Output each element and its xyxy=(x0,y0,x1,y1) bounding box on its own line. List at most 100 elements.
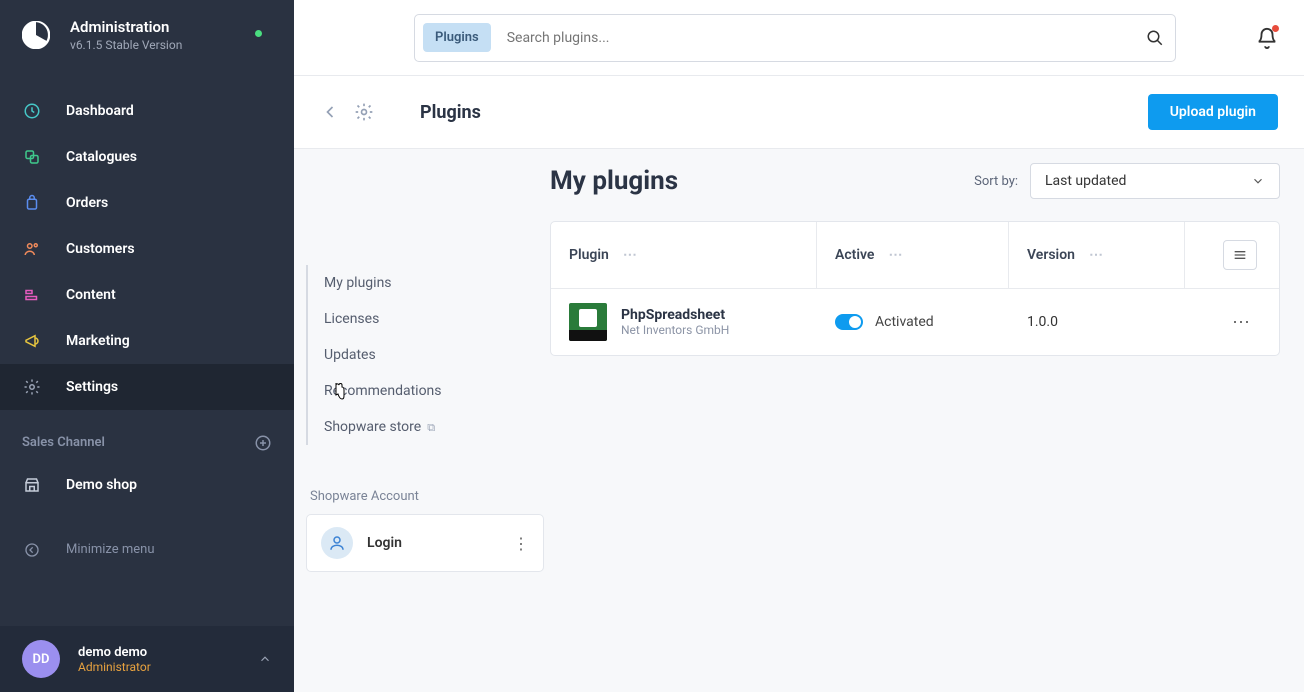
orders-icon xyxy=(22,193,42,213)
content-column: My plugins Sort by: Last updated Plugin ⋯… xyxy=(550,149,1304,692)
brand-version: v6.1.5 Stable Version xyxy=(70,38,182,52)
sidebar-header: Administration v6.1.5 Stable Version xyxy=(0,0,294,70)
column-menu-icon[interactable]: ⋯ xyxy=(623,247,637,263)
user-name: demo demo xyxy=(78,645,151,660)
nav-label: Dashboard xyxy=(66,103,134,119)
login-more-icon[interactable]: ⋮ xyxy=(513,534,529,553)
subnav-store[interactable]: Shopware store ⧉ xyxy=(320,409,550,445)
sort-select[interactable]: Last updated xyxy=(1030,163,1280,199)
user-icon xyxy=(321,527,353,559)
nav-label: Catalogues xyxy=(66,149,137,165)
table-row[interactable]: NET/INVENTORS PhpSpreadsheet Net Invento… xyxy=(551,289,1279,355)
nav-label: Orders xyxy=(66,195,108,211)
td-version: 1.0.0 xyxy=(1009,300,1185,344)
subnav: My plugins Licenses Updates Recommendati… xyxy=(306,265,550,445)
subnav-updates[interactable]: Updates xyxy=(320,337,550,373)
user-menu[interactable]: DD demo demo Administrator xyxy=(0,626,294,692)
sales-channel-item[interactable]: Demo shop xyxy=(0,462,294,508)
td-actions: ⋯ xyxy=(1185,298,1279,347)
nav-label: Marketing xyxy=(66,333,130,349)
th-label: Active xyxy=(835,247,874,263)
minimize-menu[interactable]: Minimize menu xyxy=(0,526,294,574)
page-header: Plugins Upload plugin xyxy=(294,76,1304,149)
page-title: Plugins xyxy=(420,102,481,123)
th-label: Plugin xyxy=(569,247,609,263)
nav-label: Settings xyxy=(66,379,118,395)
content-area: My plugins Licenses Updates Recommendati… xyxy=(294,149,1304,692)
table-settings-button[interactable] xyxy=(1223,240,1257,270)
nav-content[interactable]: Content xyxy=(0,272,294,318)
plugin-thumbnail: NET/INVENTORS xyxy=(569,303,607,341)
minimize-label: Minimize menu xyxy=(66,542,155,557)
sales-channel-header: Sales Channel xyxy=(0,410,294,462)
external-link-icon: ⧉ xyxy=(427,421,435,434)
minimize-icon xyxy=(22,540,42,560)
plugin-vendor: Net Inventors GmbH xyxy=(621,323,729,337)
th-actions xyxy=(1185,222,1279,288)
marketing-icon xyxy=(22,331,42,351)
nav-list: Dashboard Catalogues Orders Customers Co… xyxy=(0,88,294,410)
nav-marketing[interactable]: Marketing xyxy=(0,318,294,364)
sort-control: Sort by: Last updated xyxy=(974,163,1280,199)
section-header: My plugins Sort by: Last updated xyxy=(550,163,1280,199)
brand-title: Administration xyxy=(70,18,182,38)
login-label: Login xyxy=(367,535,402,551)
gear-icon[interactable] xyxy=(354,102,374,122)
subnav-column: My plugins Licenses Updates Recommendati… xyxy=(294,149,550,692)
plugins-table: Plugin ⋯ Active ⋯ Version ⋯ NET/INVENTORS P… xyxy=(550,221,1280,356)
topbar: Plugins xyxy=(294,0,1304,76)
shop-icon xyxy=(22,475,42,495)
login-card[interactable]: Login ⋮ xyxy=(306,514,544,572)
upload-plugin-button[interactable]: Upload plugin xyxy=(1148,94,1278,130)
sort-label: Sort by: xyxy=(974,174,1018,189)
th-plugin[interactable]: Plugin ⋯ xyxy=(551,222,817,288)
td-active: Activated xyxy=(817,300,1009,344)
add-sales-channel-icon[interactable] xyxy=(254,434,272,452)
subnav-store-label: Shopware store xyxy=(324,419,421,435)
th-active[interactable]: Active ⋯ xyxy=(817,222,1009,288)
subnav-recommendations[interactable]: Recommendations xyxy=(320,373,550,409)
plugin-name: PhpSpreadsheet xyxy=(621,307,729,323)
subnav-my-plugins[interactable]: My plugins xyxy=(320,265,550,301)
user-role: Administrator xyxy=(78,660,151,674)
row-actions-button[interactable]: ⋯ xyxy=(1232,312,1251,333)
customers-icon xyxy=(22,239,42,259)
table-header: Plugin ⋯ Active ⋯ Version ⋯ xyxy=(551,222,1279,289)
column-menu-icon[interactable]: ⋯ xyxy=(888,247,902,263)
td-plugin: NET/INVENTORS PhpSpreadsheet Net Invento… xyxy=(551,289,817,355)
notification-badge xyxy=(1272,25,1279,32)
sales-channel-name: Demo shop xyxy=(66,477,137,493)
section-title: My plugins xyxy=(550,166,678,196)
notifications-button[interactable] xyxy=(1256,27,1278,49)
subnav-licenses[interactable]: Licenses xyxy=(320,301,550,337)
sidebar: Administration v6.1.5 Stable Version Das… xyxy=(0,0,294,692)
search-bar[interactable]: Plugins xyxy=(414,14,1176,62)
search-input[interactable] xyxy=(499,30,1135,46)
chevron-up-icon xyxy=(258,652,272,666)
nav-catalogues[interactable]: Catalogues xyxy=(0,134,294,180)
dashboard-icon xyxy=(22,101,42,121)
nav-label: Content xyxy=(66,287,116,303)
column-menu-icon[interactable]: ⋯ xyxy=(1089,247,1103,263)
nav-settings[interactable]: Settings xyxy=(0,364,294,410)
active-status: Activated xyxy=(875,314,934,330)
sales-channel-label: Sales Channel xyxy=(22,435,105,450)
active-toggle[interactable] xyxy=(835,314,863,330)
nav-orders[interactable]: Orders xyxy=(0,180,294,226)
search-scope-tag[interactable]: Plugins xyxy=(423,23,491,52)
search-icon[interactable] xyxy=(1135,29,1175,47)
avatar: DD xyxy=(22,640,60,678)
th-version[interactable]: Version ⋯ xyxy=(1009,222,1185,288)
sort-value: Last updated xyxy=(1045,173,1126,189)
settings-icon xyxy=(22,377,42,397)
account-section-label: Shopware Account xyxy=(310,489,550,504)
th-label: Version xyxy=(1027,247,1075,263)
nav-label: Customers xyxy=(66,241,135,257)
nav-customers[interactable]: Customers xyxy=(0,226,294,272)
back-button[interactable] xyxy=(320,102,340,122)
chevron-down-icon xyxy=(1251,174,1265,188)
nav-dashboard[interactable]: Dashboard xyxy=(0,88,294,134)
catalogues-icon xyxy=(22,147,42,167)
content-icon xyxy=(22,285,42,305)
main: Plugins Plugins Upload plugin My plugins… xyxy=(294,0,1304,692)
